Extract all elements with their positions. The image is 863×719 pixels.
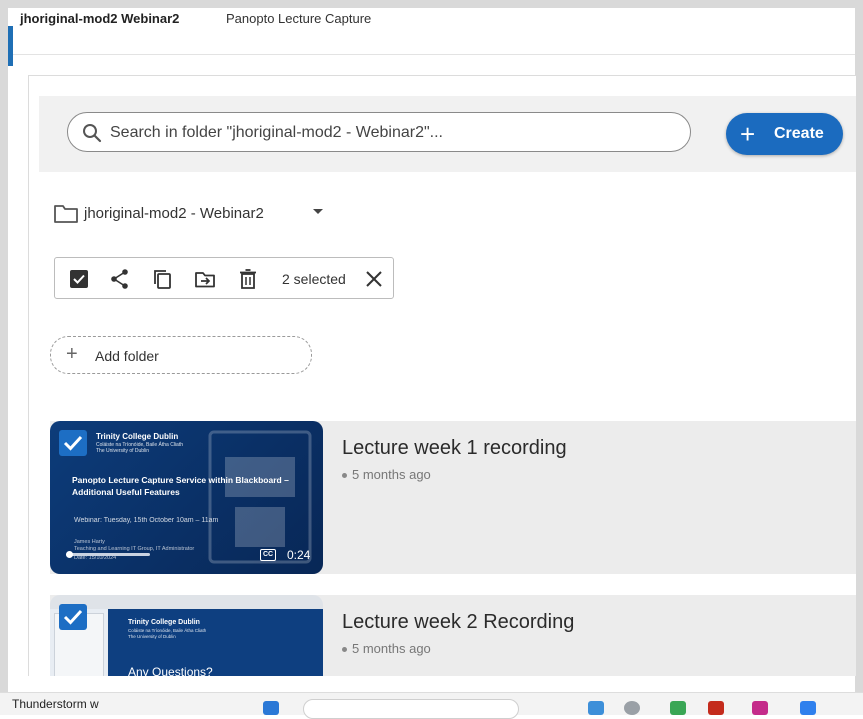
session-date: 5 months ago <box>342 641 431 656</box>
thumbnail-presenter-role: Teaching and Learning IT Group, IT Admin… <box>74 546 195 552</box>
thumbnail-slide: Trinity College Dublin Coláiste na Tríon… <box>108 609 323 676</box>
app-icon[interactable] <box>588 701 604 715</box>
selected-checkbox[interactable] <box>59 604 87 630</box>
taskbar-search[interactable] <box>303 699 519 719</box>
session-thumbnail[interactable]: Trinity College Dublin Coláiste na Tríon… <box>50 595 323 676</box>
add-folder-label: Add folder <box>95 348 159 364</box>
selected-checkbox[interactable] <box>59 430 87 456</box>
start-icon[interactable] <box>263 701 279 715</box>
session-title[interactable]: Lecture week 2 Recording <box>342 611 574 634</box>
folder-name: jhoriginal-mod2 - Webinar2 <box>84 205 264 222</box>
thumbnail-app-toolbar <box>50 595 323 609</box>
thumbnail-slide-title: Additional Useful Features <box>72 487 180 497</box>
share-icon[interactable] <box>109 268 131 290</box>
session-date: 5 months ago <box>342 467 431 482</box>
bullet-dot <box>342 473 347 479</box>
app-icon[interactable] <box>752 701 768 715</box>
session-thumbnail[interactable]: Trinity College Dublin Coláiste na Tríon… <box>50 421 323 574</box>
thumbnail-brand: Trinity College Dublin <box>96 432 179 441</box>
tool-title[interactable]: Panopto Lecture Capture <box>226 11 371 26</box>
thumbnail-brand-sub: The University of Dublin <box>128 634 176 639</box>
add-folder-button[interactable]: + Add folder <box>50 336 312 374</box>
course-header: jhoriginal-mod2 Webinar2 Panopto Lecture… <box>8 8 855 66</box>
session-row[interactable]: Trinity College Dublin Coláiste na Tríon… <box>50 595 856 676</box>
chevron-down-icon[interactable] <box>312 208 324 216</box>
checkmark-icon <box>63 435 83 451</box>
close-icon[interactable] <box>363 268 385 290</box>
thumbnail-presenter: James Harty <box>74 539 105 545</box>
plus-icon: + <box>740 119 756 149</box>
search-box[interactable] <box>67 112 691 152</box>
folder-icon <box>54 205 78 223</box>
session-duration: 0:24 <box>287 548 311 562</box>
bullet-dot <box>342 647 347 653</box>
thumbnail-slide-title: Panopto Lecture Capture Service within B… <box>72 475 289 485</box>
create-button-label: Create <box>774 125 824 142</box>
copy-icon[interactable] <box>151 268 173 290</box>
selection-toolbar: 2 selected <box>54 257 394 299</box>
thumbnail-slide-text: Any Questions? <box>128 665 213 676</box>
app-icon[interactable] <box>800 701 816 715</box>
create-button[interactable]: + Create <box>726 113 843 155</box>
app-icon[interactable] <box>708 701 724 715</box>
search-area: + Create <box>39 96 856 172</box>
move-icon[interactable] <box>194 268 216 290</box>
os-taskbar: Thunderstorm w <box>0 692 863 719</box>
crest-watermark-icon <box>208 430 312 564</box>
session-row[interactable]: Trinity College Dublin Coláiste na Tríon… <box>50 421 856 574</box>
session-date-text: 5 months ago <box>352 641 431 656</box>
search-icon <box>83 124 102 143</box>
nav-accent-bar <box>8 26 13 66</box>
thumbnail-webinar-line: Webinar: Tuesday, 15th October 10am – 11… <box>74 517 219 524</box>
cc-icon: CC <box>260 549 276 561</box>
app-icon[interactable] <box>624 701 640 715</box>
weather-widget[interactable]: Thunderstorm w <box>12 697 99 711</box>
playback-progress[interactable] <box>66 551 150 558</box>
selected-count: 2 selected <box>282 271 346 287</box>
thumbnail-brand: Trinity College Dublin <box>128 619 200 626</box>
session-title[interactable]: Lecture week 1 recording <box>342 437 567 460</box>
course-title[interactable]: jhoriginal-mod2 Webinar2 <box>20 11 179 26</box>
search-input[interactable] <box>108 121 682 145</box>
session-date-text: 5 months ago <box>352 467 431 482</box>
delete-icon[interactable] <box>237 268 259 290</box>
progress-knob[interactable] <box>66 551 73 558</box>
app-icon[interactable] <box>670 701 686 715</box>
thumbnail-brand-sub: The University of Dublin <box>96 448 150 454</box>
thumbnail-brand-sub: Coláiste na Tríonóide, Baile Átha Cliath <box>128 628 207 633</box>
plus-icon: + <box>66 343 78 365</box>
checkmark-icon <box>63 609 83 625</box>
checkbox-checked-icon[interactable] <box>68 268 90 290</box>
panopto-panel: + Create jhoriginal-mod2 - Webinar2 <box>28 75 856 676</box>
